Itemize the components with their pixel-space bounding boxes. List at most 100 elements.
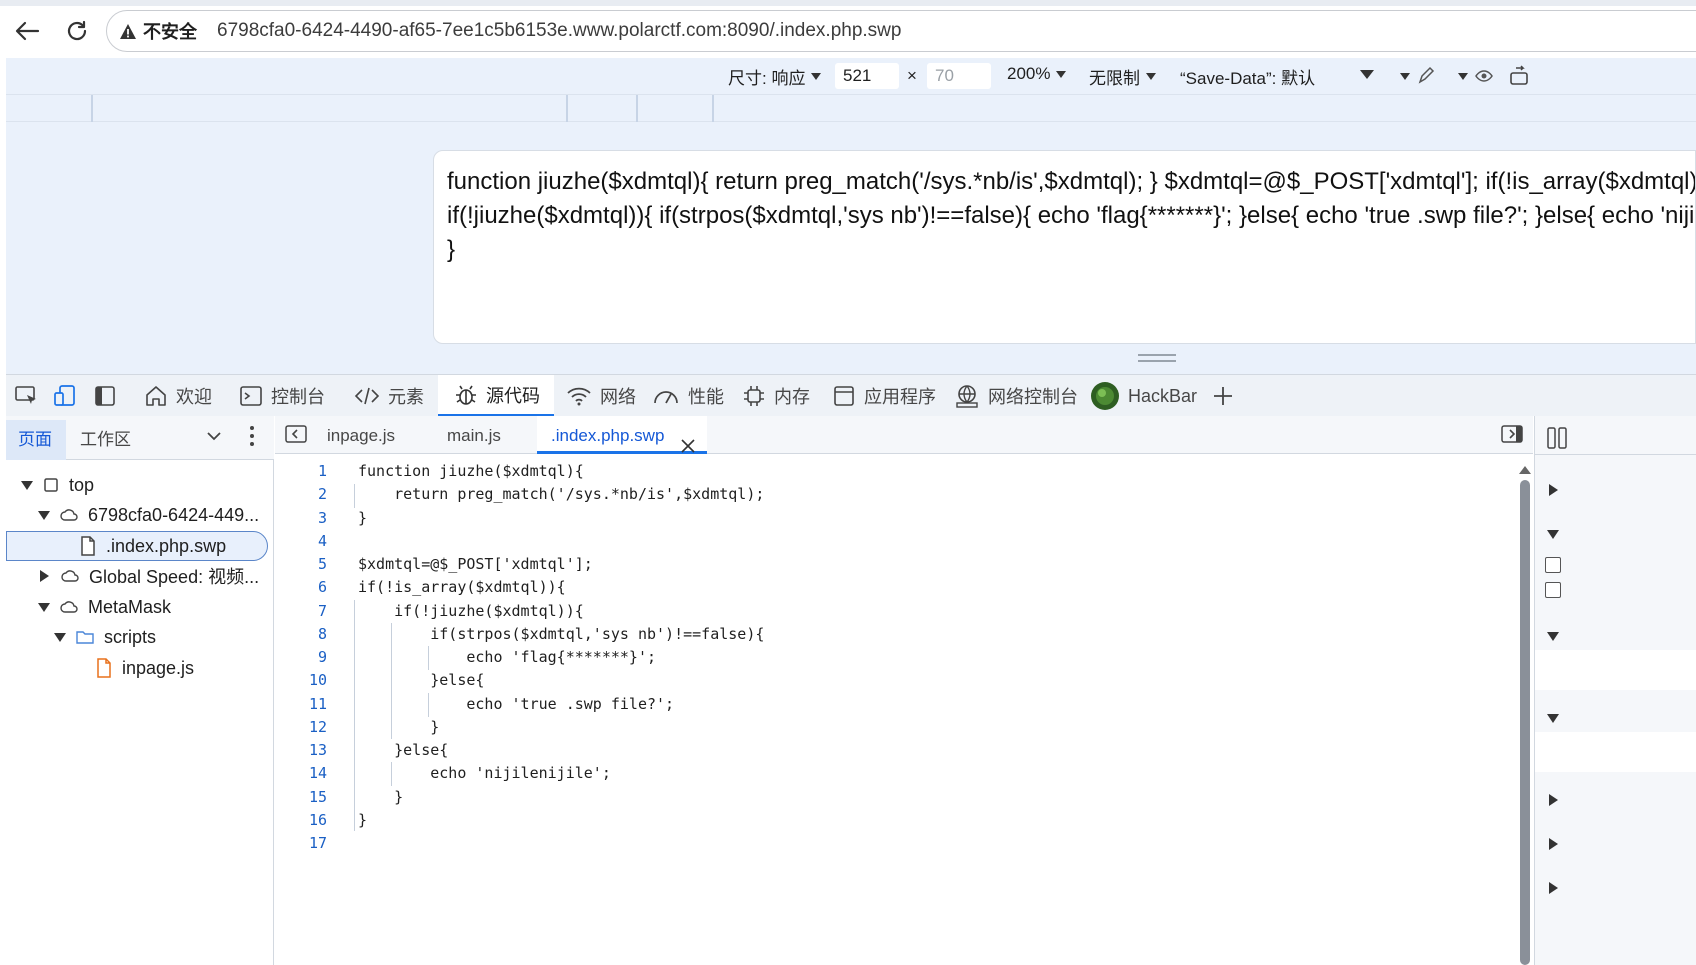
code-line[interactable]: return preg_match('/sys.*nb/is',$xdmtql)… (358, 485, 764, 503)
line-number[interactable]: 10 (275, 671, 327, 689)
line-number[interactable]: 16 (275, 811, 327, 829)
code-line[interactable]: echo 'flag{*******}'; (358, 648, 656, 666)
device-toggle-button[interactable] (52, 375, 78, 417)
width-input[interactable]: 521 (835, 63, 899, 89)
code-line[interactable]: } (358, 718, 439, 736)
section-toggle[interactable] (1549, 874, 1570, 902)
tree-item-top[interactable]: top (21, 471, 94, 499)
code-line[interactable]: } (358, 509, 367, 527)
code-line[interactable]: } (358, 811, 367, 829)
resize-handle[interactable] (1138, 354, 1176, 362)
tree-item-index-swp[interactable]: .index.php.swp (80, 532, 226, 560)
line-number[interactable]: 15 (275, 788, 327, 806)
height-input[interactable]: 70 (927, 63, 991, 89)
section-toggle[interactable] (1547, 622, 1569, 650)
tree-item-global-speed[interactable]: Global Speed: 视频... (40, 562, 259, 590)
split-pane-button[interactable] (1547, 426, 1567, 455)
code-line[interactable]: function jiuzhe($xdmtql){ (358, 462, 584, 480)
line-number[interactable]: 5 (275, 555, 327, 573)
throttle-dropdown[interactable]: 无限制 (1089, 64, 1156, 89)
chevron-down-icon (811, 73, 822, 80)
save-data-chevron[interactable] (1354, 70, 1374, 79)
line-number[interactable]: 8 (275, 625, 327, 643)
section-toggle[interactable] (1549, 830, 1570, 858)
zoom-dropdown[interactable]: 200% (1007, 64, 1067, 84)
url-text[interactable]: 6798cfa0-6424-4490-af65-7ee1c5b6153e.www… (217, 20, 901, 42)
section-toggle[interactable] (1547, 520, 1569, 548)
code-line[interactable]: $xdmtql=@$_POST['xdmtql']; (358, 555, 593, 573)
code-line[interactable]: }else{ (358, 671, 484, 689)
vision-dropdown[interactable] (1452, 66, 1494, 86)
reload-button[interactable] (60, 14, 94, 48)
line-number[interactable]: 13 (275, 741, 327, 759)
chevron-down-icon (1400, 72, 1410, 80)
inspect-element-button[interactable] (14, 375, 40, 417)
line-number[interactable]: 1 (275, 462, 327, 480)
add-tab-button[interactable] (1212, 375, 1234, 417)
emulated-page: function jiuzhe($xdmtql){ return preg_ma… (433, 150, 1696, 344)
tab-memory[interactable]: 内存 (742, 375, 810, 417)
line-number[interactable]: 3 (275, 509, 327, 527)
touch-dropdown[interactable] (1394, 66, 1436, 86)
line-number[interactable]: 7 (275, 602, 327, 620)
ruler-tick (91, 95, 93, 122)
tab-performance[interactable]: 性能 (652, 375, 724, 417)
line-number[interactable]: 2 (275, 485, 327, 503)
code-line[interactable]: if(!is_array($xdmtql)){ (358, 578, 566, 596)
tab-elements[interactable]: 元素 (354, 375, 424, 417)
save-data-dropdown[interactable]: “Save-Data”: 默认 (1180, 64, 1315, 89)
line-number[interactable]: 12 (275, 718, 327, 736)
more-tabs-button[interactable] (206, 428, 222, 449)
nav-tab-workspace[interactable]: 工作区 (68, 420, 143, 460)
code-line[interactable]: } (358, 788, 403, 806)
toggle-debugger-button[interactable] (1501, 425, 1523, 448)
back-button[interactable] (10, 14, 44, 48)
chip-icon (744, 386, 764, 406)
line-number[interactable]: 17 (275, 834, 327, 852)
tab-network-console[interactable]: 网络控制台 (954, 375, 1078, 417)
section-toggle[interactable] (1549, 476, 1570, 504)
dock-side-button[interactable] (94, 375, 116, 417)
nav-tab-page[interactable]: 页面 (6, 420, 66, 460)
code-area[interactable]: 1 function jiuzhe($xdmtql){ 2 return preg_… (275, 454, 1515, 965)
rotate-button[interactable] (1508, 65, 1532, 87)
line-number[interactable]: 14 (275, 764, 327, 782)
gauge-icon (654, 391, 678, 404)
tab-application[interactable]: 应用程序 (832, 375, 936, 417)
code-line[interactable]: }else{ (358, 741, 448, 759)
line-number[interactable]: 4 (275, 532, 327, 550)
tree-item-origin[interactable]: 6798cfa0-6424-449... (38, 501, 259, 529)
tab-hackbar[interactable]: HackBar (1090, 375, 1197, 417)
navigator-menu-button[interactable] (248, 424, 256, 453)
arrow-left-icon (15, 21, 40, 41)
toggle-navigator-button[interactable] (285, 425, 307, 448)
checkbox[interactable] (1545, 582, 1561, 598)
editor-tab-main-js[interactable]: main.js (433, 416, 515, 454)
not-secure-label[interactable]: 不安全 (143, 18, 197, 44)
editor-tab-index-swp[interactable]: .index.php.swp (537, 416, 707, 454)
code-line[interactable]: if(strpos($xdmtql,'sys nb')!==false){ (358, 625, 764, 643)
tree-item-scripts[interactable]: scripts (54, 623, 156, 651)
scrollbar-thumb[interactable] (1520, 480, 1530, 965)
tree-item-inpage-js[interactable]: inpage.js (96, 654, 194, 682)
tab-welcome[interactable]: 欢迎 (144, 375, 212, 417)
checkbox[interactable] (1545, 557, 1561, 573)
code-line[interactable]: echo 'true .swp file?'; (358, 695, 674, 713)
section-toggle[interactable] (1547, 704, 1569, 732)
address-bar[interactable]: 不安全 6798cfa0-6424-4490-af65-7ee1c5b6153e… (106, 10, 1696, 52)
tab-sources[interactable]: 源代码 (438, 375, 554, 417)
tab-console[interactable]: 控制台 (239, 375, 325, 417)
line-number[interactable]: 6 (275, 578, 327, 596)
line-number[interactable]: 9 (275, 648, 327, 666)
section-toggle[interactable] (1549, 786, 1570, 814)
more-vertical-icon (250, 426, 254, 446)
code-line[interactable]: echo 'nijilenijile'; (358, 764, 611, 782)
code-line[interactable]: if(!jiuzhe($xdmtql)){ (358, 602, 584, 620)
line-number[interactable]: 11 (275, 695, 327, 713)
tab-network[interactable]: 网络 (566, 375, 636, 417)
editor-tab-inpage-js[interactable]: inpage.js (313, 416, 409, 454)
wifi-icon (567, 387, 591, 406)
tree-item-metamask[interactable]: MetaMask (38, 593, 171, 621)
tab-label: 内存 (774, 387, 810, 407)
dimensions-dropdown[interactable]: 尺寸: 响应 (728, 64, 822, 89)
